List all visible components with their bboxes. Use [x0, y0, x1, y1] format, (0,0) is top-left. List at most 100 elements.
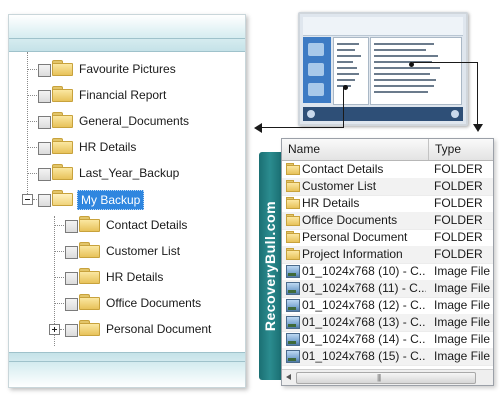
tree-item-label: HR Details — [106, 270, 164, 284]
file-list-row[interactable]: Contact Details FOLDER — [282, 161, 493, 179]
file-name-cell: 01_1024x768 (15) - C... — [302, 349, 426, 363]
file-type-cell: Image File — [434, 332, 491, 346]
tree-item-checkbox[interactable] — [38, 116, 51, 129]
folder-tree-panel: Favourite Pictures Financial Report Gene… — [8, 14, 246, 388]
tree-item-checkbox[interactable] — [65, 272, 78, 285]
tree-item-label: Office Documents — [106, 296, 202, 310]
tree-item-label: Financial Report — [79, 88, 167, 102]
folder-icon — [286, 197, 300, 209]
folder-icon — [79, 294, 100, 310]
file-list-row[interactable]: 01_1024x768 (10) - C... Image File — [282, 263, 493, 281]
file-list-row[interactable]: Customer List FOLDER — [282, 178, 493, 196]
tree-item-financial-report[interactable]: Financial Report — [9, 82, 239, 108]
column-header-type[interactable]: Type — [429, 139, 493, 160]
open-folder-icon — [52, 190, 73, 206]
folder-icon — [52, 60, 73, 76]
tree-item-label: Last_Year_Backup — [79, 166, 180, 180]
tree-item-office-documents[interactable]: Office Documents — [9, 290, 239, 316]
folder-icon — [79, 320, 100, 336]
file-name-cell: 01_1024x768 (10) - C... — [302, 264, 426, 278]
tree-item-hr-details-sub[interactable]: HR Details — [9, 264, 239, 290]
file-list-panel: Name Type Contact Details FOLDER Customer … — [281, 138, 494, 386]
thumbnail-toolbar — [303, 17, 463, 36]
file-type-cell: FOLDER — [434, 196, 483, 210]
folder-icon — [286, 248, 300, 260]
file-list-row[interactable]: HR Details FOLDER — [282, 195, 493, 213]
folder-icon — [52, 86, 73, 102]
file-type-cell: Image File — [434, 315, 491, 329]
tree-item-checkbox[interactable] — [65, 246, 78, 259]
tree-item-checkbox[interactable] — [65, 324, 78, 337]
file-list-row[interactable]: 01_1024x768 (13) - C... Image File — [282, 314, 493, 332]
scroll-left-arrow-icon[interactable] — [284, 372, 294, 382]
file-list-row[interactable]: Office Documents FOLDER — [282, 212, 493, 230]
tree-item-last-year-backup[interactable]: Last_Year_Backup — [9, 160, 239, 186]
collapse-toggle-icon[interactable] — [22, 194, 33, 205]
image-file-icon — [286, 299, 300, 312]
file-name-cell: 01_1024x768 (14) - C... — [302, 332, 426, 346]
file-name-cell: Personal Document — [302, 230, 408, 244]
thumbnail-file-list — [370, 37, 462, 105]
tree-item-hr-details[interactable]: HR Details — [9, 134, 239, 160]
folder-icon — [286, 180, 300, 192]
file-type-cell: Image File — [434, 264, 491, 278]
tree-item-checkbox[interactable] — [38, 90, 51, 103]
file-type-cell: Image File — [434, 298, 491, 312]
scrollbar-thumb[interactable]: ||| — [296, 372, 476, 384]
tree-item-personal-document[interactable]: Personal Document — [9, 316, 239, 342]
file-list-row[interactable]: 01_1024x768 (14) - C... Image File — [282, 331, 493, 349]
tree-item-favourite-pictures[interactable]: Favourite Pictures — [9, 56, 239, 82]
image-file-icon — [286, 350, 300, 363]
tree-item-general-documents[interactable]: General_Documents — [9, 108, 239, 134]
tree-item-checkbox[interactable] — [65, 220, 78, 233]
column-header-name[interactable]: Name — [282, 139, 429, 160]
folder-icon — [52, 164, 73, 180]
tree-header — [9, 15, 245, 52]
tree-item-label: General_Documents — [79, 114, 190, 128]
horizontal-scrollbar[interactable]: ||| — [282, 369, 493, 385]
thumbnail-sidebar — [303, 37, 331, 103]
tree-item-label: Customer List — [106, 244, 181, 258]
folder-icon — [79, 268, 100, 284]
expand-toggle-icon[interactable] — [49, 324, 60, 335]
file-name-cell: HR Details — [302, 196, 360, 210]
file-type-cell: Image File — [434, 349, 491, 363]
file-type-cell: FOLDER — [434, 247, 483, 261]
thumbnail-tree — [333, 37, 369, 105]
image-file-icon — [286, 316, 300, 329]
tree-item-checkbox[interactable] — [65, 298, 78, 311]
file-name-cell: 01_1024x768 (13) - C... — [302, 315, 426, 329]
tree-item-checkbox[interactable] — [38, 194, 51, 207]
file-type-cell: FOLDER — [434, 213, 483, 227]
tree-item-customer-list[interactable]: Customer List — [9, 238, 239, 264]
folder-icon — [52, 138, 73, 154]
file-name-cell: Contact Details — [302, 162, 384, 176]
file-name-cell: 01_1024x768 (11) - C... — [302, 281, 426, 295]
file-list-row[interactable]: Project Information FOLDER — [282, 246, 493, 264]
file-list-row[interactable]: 01_1024x768 (11) - C... Image File — [282, 280, 493, 298]
file-type-cell: Image File — [434, 281, 491, 295]
brand-text: RecoveryBull.com — [262, 200, 279, 332]
file-name-cell: Office Documents — [302, 213, 398, 227]
folder-icon — [52, 112, 73, 128]
folder-icon — [286, 214, 300, 226]
tree-item-label: Favourite Pictures — [79, 62, 176, 76]
file-list-header: Name Type — [282, 139, 493, 161]
file-type-cell: FOLDER — [434, 179, 483, 193]
brand-logo-text: RecoveryBull.com — [259, 152, 281, 380]
tree-item-my-backup[interactable]: My Backup — [9, 186, 239, 212]
file-list-row[interactable]: Personal Document FOLDER — [282, 229, 493, 247]
tree-item-contact-details[interactable]: Contact Details — [9, 212, 239, 238]
image-file-icon — [286, 265, 300, 278]
scrollbar-grip: ||| — [377, 373, 381, 382]
tree-item-checkbox[interactable] — [38, 142, 51, 155]
thumbnail-status-bar — [303, 107, 463, 121]
image-file-icon — [286, 333, 300, 346]
file-list-row[interactable]: 01_1024x768 (15) - C... Image File — [282, 348, 493, 366]
tree-item-checkbox[interactable] — [38, 168, 51, 181]
tree-item-label-selected: My Backup — [77, 190, 145, 210]
file-list-row[interactable]: 01_1024x768 (12) - C... Image File — [282, 297, 493, 315]
image-file-icon — [286, 282, 300, 295]
tree-footer — [9, 352, 245, 387]
tree-item-checkbox[interactable] — [38, 64, 51, 77]
